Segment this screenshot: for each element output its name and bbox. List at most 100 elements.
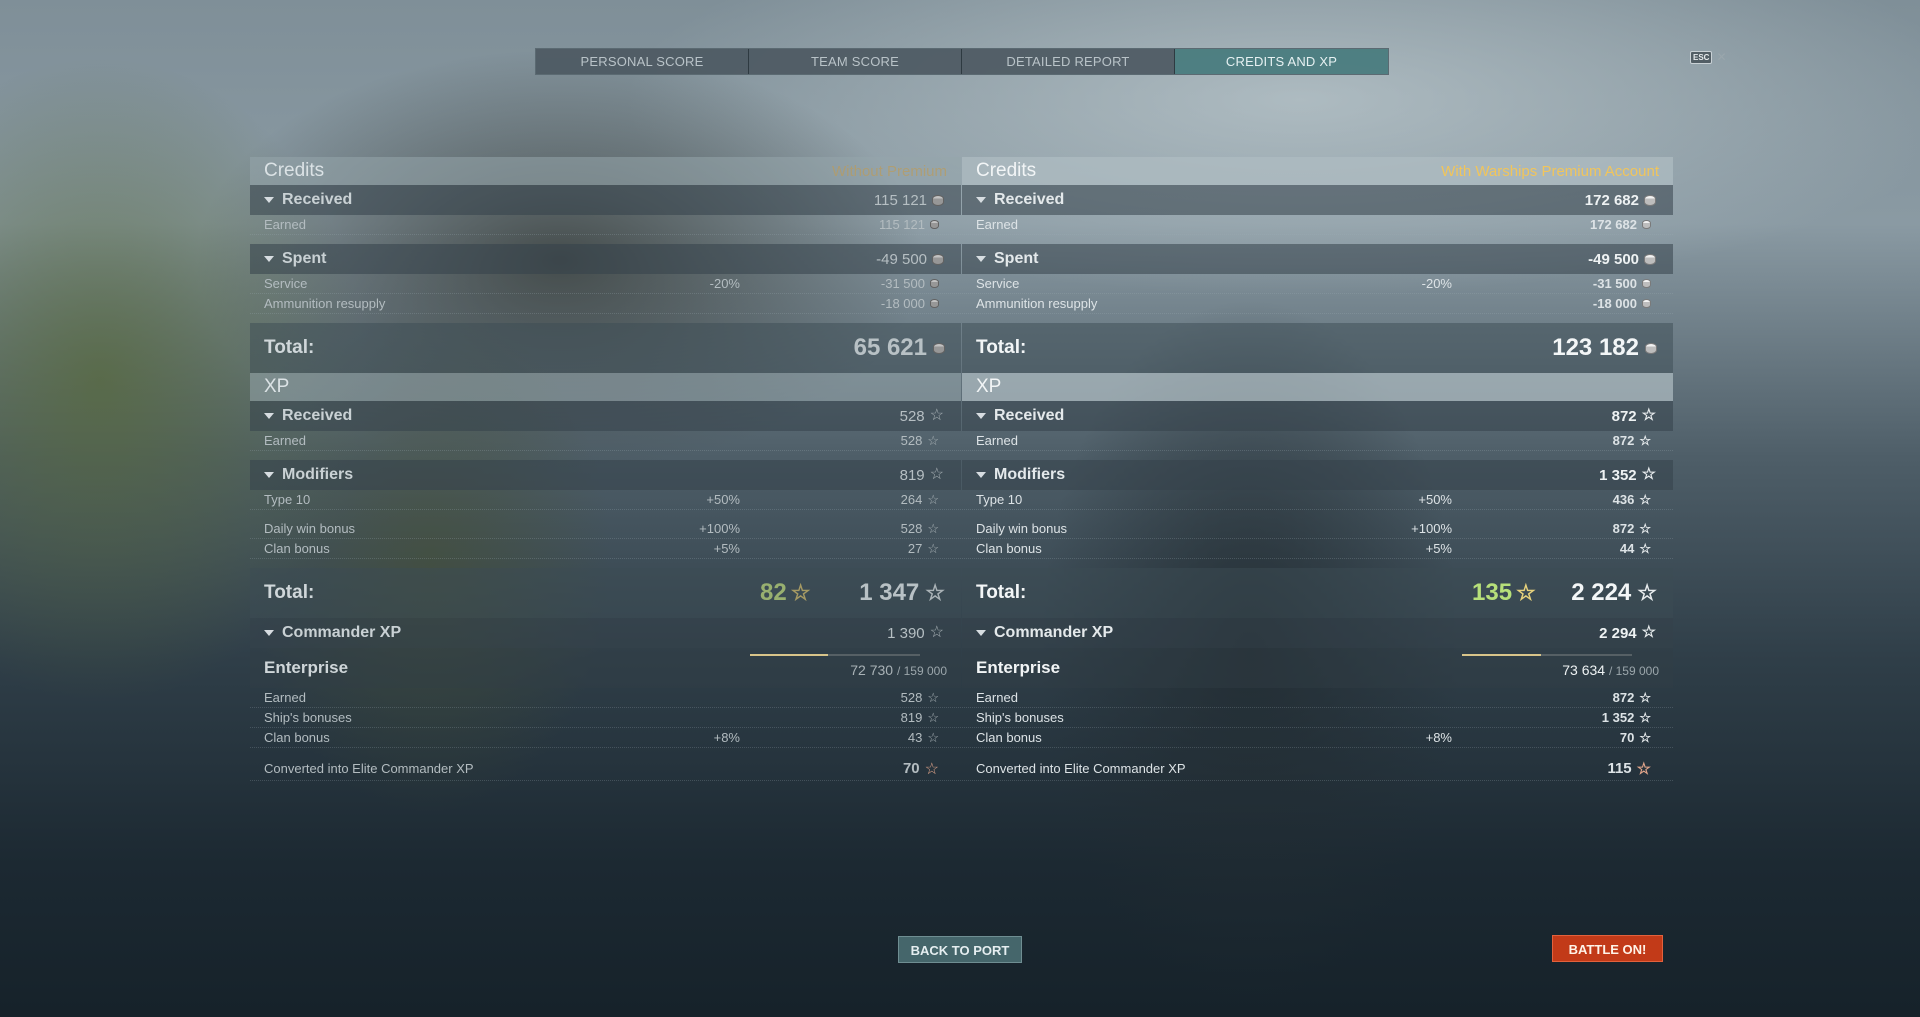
close-icon[interactable]: ✕ (1716, 50, 1726, 64)
row-label: Earned (264, 217, 306, 232)
row-label: Clan bonus (976, 541, 1042, 556)
row-value: -18 000 (1592, 296, 1637, 311)
triangle-down-icon (264, 630, 274, 636)
row-label: Earned (264, 433, 306, 448)
credits-title: Credits (976, 160, 1037, 181)
star-icon: ☆ (1639, 521, 1651, 536)
group-value: 1 352 (1599, 466, 1637, 484)
row-percent: +5% (713, 541, 740, 556)
xp-header: XP (962, 373, 1673, 401)
credits-coin-icon (1642, 299, 1651, 308)
row-commander-earned: Earned 872 ☆ (962, 688, 1673, 708)
commander-xp-group[interactable]: Commander XP 2 294 ☆ (962, 618, 1673, 648)
credits-spent-group[interactable]: Spent -49 500 (250, 244, 961, 274)
row-value: 872 (1612, 521, 1635, 536)
premium-note: With Warships Premium Account (1441, 162, 1659, 180)
star-icon: ☆ (1641, 466, 1656, 483)
esc-close-button[interactable]: ESC ✕ (1690, 50, 1727, 64)
row-value: 436 (1612, 492, 1635, 507)
star-icon: ☆ (927, 710, 939, 725)
commander-progress-bar (750, 654, 920, 656)
row-converted-elite-xp: Converted into Elite Commander XP 115 ☆ (962, 757, 1673, 781)
star-icon: ☆ (929, 407, 944, 424)
row-percent: +5% (1425, 541, 1452, 556)
credits-coin-icon (933, 342, 945, 354)
triangle-down-icon (264, 413, 274, 419)
xp-received-group[interactable]: Received 872 ☆ (962, 401, 1673, 431)
row-label: Service (976, 276, 1020, 291)
group-label: Received (994, 407, 1065, 424)
commander-xp-current: 72 730 (850, 662, 894, 678)
star-icon: ☆ (1641, 407, 1656, 424)
commander-row: Enterprise 73 634 / 159 000 (962, 648, 1673, 688)
star-icon: ☆ (1639, 433, 1651, 448)
credits-coin-icon (930, 220, 939, 229)
esc-key-icon: ESC (1690, 50, 1713, 64)
credits-spent-group[interactable]: Spent -49 500 (962, 244, 1673, 274)
back-to-port-button[interactable]: BACK TO PORT (898, 936, 1022, 963)
credits-coin-icon (930, 279, 939, 288)
row-value: 528 (900, 690, 923, 705)
xp-modifiers-group[interactable]: Modifiers 819 ☆ (250, 460, 961, 490)
row-value: 115 (1607, 760, 1632, 777)
credits-coin-icon (1644, 253, 1656, 265)
elite-commander-icon: ☆ (924, 760, 939, 778)
group-label: Received (994, 191, 1065, 208)
row-clan-bonus: Clan bonus +5% 44 ☆ (962, 539, 1673, 559)
credits-coin-icon (1644, 194, 1656, 206)
total-label: Total: (976, 582, 1027, 603)
tab-personal-score[interactable]: PERSONAL SCORE (536, 49, 749, 74)
credits-coin-icon (932, 194, 944, 206)
group-label: Commander XP (282, 624, 402, 641)
star-icon: ☆ (1639, 690, 1651, 705)
row-ships-bonuses: Ship's bonuses 819 ☆ (250, 708, 961, 728)
row-value: 1 352 (1601, 710, 1635, 725)
row-value: -18 000 (880, 296, 925, 311)
xp-received-group[interactable]: Received 528 ☆ (250, 401, 961, 431)
commander-progress-bar (1462, 654, 1632, 656)
xp-modifiers-group[interactable]: Modifiers 1 352 ☆ (962, 460, 1673, 490)
row-label: Daily win bonus (976, 521, 1068, 536)
group-value: -49 500 (876, 250, 927, 268)
row-percent: +100% (699, 521, 740, 536)
row-value: 172 682 (1590, 217, 1637, 232)
xp-total: Total: 82 ☆ 1 347 ☆ (250, 568, 961, 618)
group-value: 872 (1611, 407, 1637, 425)
commander-name: Enterprise (264, 658, 349, 677)
group-label: Modifiers (282, 466, 354, 483)
row-commander-clan-bonus: Clan bonus +8% 43 ☆ (250, 728, 961, 748)
tab-team-score[interactable]: TEAM SCORE (749, 49, 962, 74)
tab-credits-and-xp[interactable]: CREDITS AND XP (1175, 49, 1388, 74)
xp-total: Total: 135 ☆ 2 224 ☆ (962, 568, 1673, 618)
credits-coin-icon (930, 299, 939, 308)
triangle-down-icon (976, 630, 986, 636)
triangle-down-icon (264, 197, 274, 203)
row-ships-bonuses: Ship's bonuses 1 352 ☆ (962, 708, 1673, 728)
triangle-down-icon (976, 256, 986, 262)
row-service: Service -20% -31 500 (250, 274, 961, 294)
credits-received-group[interactable]: Received 172 682 (962, 185, 1673, 215)
star-icon: ☆ (927, 433, 939, 448)
commander-progress-fill (750, 654, 828, 656)
tab-bar: PERSONAL SCORE TEAM SCORE DETAILED REPOR… (535, 48, 1389, 75)
credits-coin-icon (1642, 279, 1651, 288)
row-label: Clan bonus (264, 730, 330, 745)
row-converted-elite-xp: Converted into Elite Commander XP 70 ☆ (250, 757, 961, 781)
row-xp-earned: Earned 528 ☆ (250, 431, 961, 451)
row-label: Type 10 (264, 492, 311, 507)
total-label: Total: (264, 337, 315, 358)
commander-xp-group[interactable]: Commander XP 1 390 ☆ (250, 618, 961, 648)
commander-xp-max: / 159 000 (1608, 664, 1659, 678)
row-label: Ship's bonuses (264, 710, 352, 725)
group-label: Spent (282, 250, 327, 267)
star-icon: ☆ (1639, 730, 1651, 745)
row-label: Earned (264, 690, 306, 705)
credits-total: Total: 123 182 (962, 323, 1673, 373)
credits-received-group[interactable]: Received 115 121 (250, 185, 961, 215)
tab-detailed-report[interactable]: DETAILED REPORT (962, 49, 1175, 74)
row-value: -31 500 (1592, 276, 1637, 291)
row-service: Service -20% -31 500 (962, 274, 1673, 294)
battle-button[interactable]: BATTLE ON! (1552, 935, 1663, 962)
row-value: 872 (1612, 433, 1635, 448)
row-value: 264 (900, 492, 923, 507)
